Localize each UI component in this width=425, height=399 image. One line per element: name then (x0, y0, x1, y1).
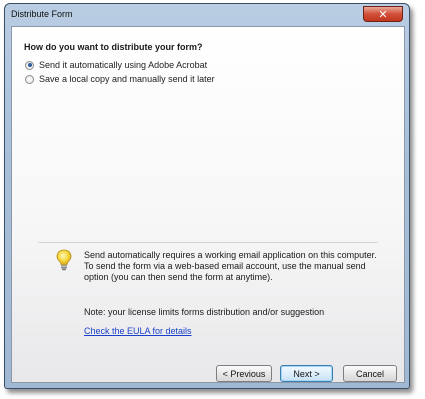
close-button[interactable]: ✕ (363, 6, 403, 22)
eula-link[interactable]: Check the EULA for details (84, 326, 192, 336)
option-label: Send it automatically using Adobe Acroba… (39, 60, 208, 70)
radio-save-local-copy[interactable] (25, 74, 34, 84)
question-heading: How do you want to distribute your form? (24, 42, 203, 52)
dialog-window: Distribute Form ✕ How do you want to dis… (4, 3, 410, 389)
close-icon: ✕ (378, 7, 388, 21)
option-send-automatically[interactable]: Send it automatically using Adobe Acroba… (25, 60, 207, 70)
divider (38, 242, 378, 243)
license-note: Note: your license limits forms distribu… (84, 307, 325, 317)
dialog-body: How do you want to distribute your form?… (11, 26, 405, 383)
next-button[interactable]: Next > (280, 365, 333, 382)
option-save-local-copy[interactable]: Save a local copy and manually send it l… (25, 74, 215, 84)
screenshot-frame: Distribute Form ✕ How do you want to dis… (0, 0, 425, 399)
lightbulb-icon (56, 249, 72, 271)
info-message: Send automatically requires a working em… (84, 250, 377, 282)
previous-button[interactable]: < Previous (216, 365, 272, 382)
radio-selected-dot (27, 63, 32, 67)
option-label: Save a local copy and manually send it l… (39, 74, 215, 84)
radio-send-automatically[interactable] (25, 60, 34, 70)
window-title: Distribute Form (11, 9, 73, 19)
cancel-button[interactable]: Cancel (343, 365, 397, 382)
title-bar[interactable]: Distribute Form ✕ (5, 4, 409, 24)
